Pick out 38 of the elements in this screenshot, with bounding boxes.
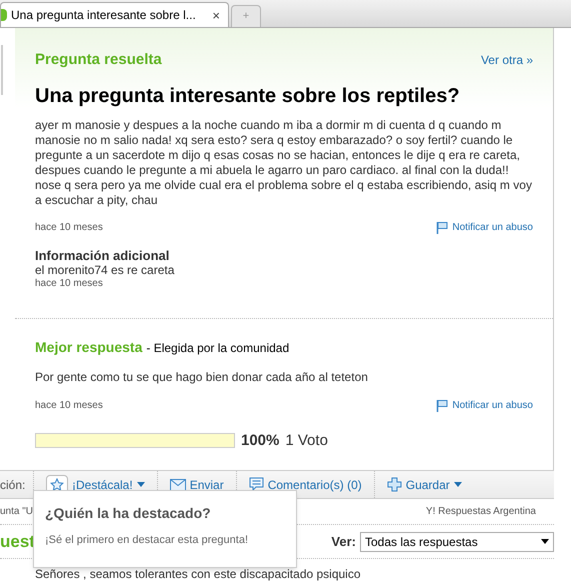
filter-dropdown[interactable]: Todas las respuestas	[360, 532, 554, 552]
flag-icon	[436, 398, 448, 412]
breadcrumb-start: unta "U	[0, 505, 34, 519]
popup-text: ¡Sé el primero en destacar esta pregunta!	[45, 533, 250, 548]
status-heading: Pregunta resuelta	[35, 50, 162, 70]
additional-info-title: Información adicional	[35, 248, 170, 262]
see-other-link[interactable]: Ver otra »	[480, 51, 533, 70]
breadcrumb-end: Y! Respuestas Argentina	[426, 505, 537, 519]
site-icon	[1, 9, 7, 21]
timestamp: hace 10 meses	[35, 276, 104, 290]
vote-count: 1 Voto	[285, 430, 328, 450]
vote-percent: 100%	[241, 430, 280, 450]
report-abuse-link[interactable]: Notificar un abuso	[436, 398, 533, 412]
best-answer-subheading: - Elegida por la comunidad	[146, 340, 290, 356]
browser-tab[interactable]: Una pregunta interesante sobre l... ×	[0, 2, 229, 27]
close-button[interactable]: ×	[212, 8, 220, 22]
additional-info-text: el morenito74 es re careta	[35, 262, 176, 276]
plus-icon	[386, 477, 402, 492]
answer-text: Señores , seamos tolerantes con este discapacitado psiquico	[34, 566, 362, 583]
flag-icon	[436, 220, 448, 234]
timestamp: hace 10 meses	[35, 220, 103, 234]
action-button[interactable]: Guardar	[374, 471, 474, 498]
dropdown-arrow-icon	[541, 539, 549, 544]
question-title: Una pregunta interesante sobre los reptiles?	[35, 84, 461, 108]
speech-bubble-icon	[248, 477, 264, 492]
answer-text: Por gente como tu se que hago bien donar cada año al teteton	[35, 368, 369, 386]
popup-title: ¿Quién la ha destacado?	[45, 504, 212, 523]
report-abuse-link[interactable]: Notificar un abuso	[436, 220, 533, 234]
question-body: ayer m manosie y despues a la noche cuando m iba a dormir m di cuenta d q cuando m manosie no m salio nada! xq sera esto? sera q estoy embarazado? o soy fertil? cuando le pregunte a un sacerdote m dijo q esas cosas no se hacian, entonces le dije q era re careta, despues cuando le pregunte a mi abuela le agarro un paro cardiaco. al final con la duda!! nose q sera pero ya me olvide cual era el problema sobre el q estaba escribiendo, asiq m voy a escuchar a pity, chau	[35, 118, 533, 208]
caret-icon	[454, 482, 462, 487]
envelope-icon	[170, 478, 186, 490]
caret-icon	[136, 482, 145, 487]
answers-heading: uest	[0, 530, 35, 553]
timestamp: hace 10 meses	[35, 398, 103, 412]
filter-label: Ver:	[331, 532, 356, 551]
action-label: ción:	[0, 476, 26, 494]
best-answer-heading: Mejor respuesta	[35, 338, 142, 357]
tab-title: Una pregunta interesante sobre l...	[11, 7, 197, 24]
